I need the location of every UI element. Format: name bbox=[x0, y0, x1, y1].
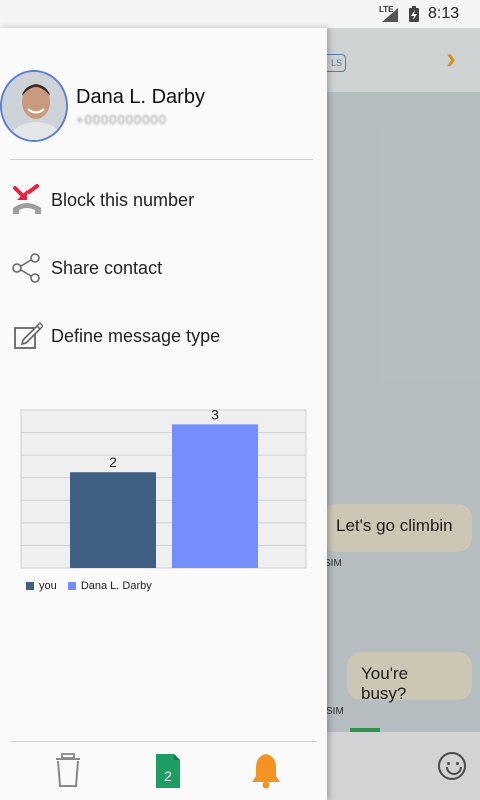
status-bar: LTE 8:13 bbox=[0, 0, 480, 28]
share-icon bbox=[12, 253, 40, 283]
bar-value-label: 2 bbox=[109, 454, 117, 470]
divider bbox=[10, 159, 313, 160]
share-contact-menu-item[interactable]: Share contact bbox=[0, 238, 327, 298]
block-number-menu-item[interactable]: Block this number bbox=[0, 170, 327, 230]
block-phone-icon bbox=[13, 184, 41, 214]
menu-item-label: Block this number bbox=[51, 190, 195, 210]
bell-icon bbox=[252, 754, 280, 789]
sim-number: 2 bbox=[164, 768, 172, 784]
legend-swatch bbox=[26, 582, 34, 591]
contact-name: Dana L. Darby bbox=[76, 86, 205, 108]
trash-icon bbox=[56, 753, 80, 787]
chart-legend: you Dana L. Darby bbox=[26, 580, 160, 592]
plot-area bbox=[20, 409, 307, 569]
avatar[interactable] bbox=[0, 70, 68, 142]
signal-icon bbox=[382, 8, 398, 22]
legend-label: Dana L. Darby bbox=[80, 580, 152, 593]
clock: 8:13 bbox=[428, 5, 460, 22]
edit-message-icon bbox=[14, 322, 43, 349]
bar-contact bbox=[172, 424, 258, 568]
legend-entry-contact: Dana L. Darby bbox=[67, 580, 152, 593]
drawer-bottom-bar: 2 bbox=[0, 742, 327, 800]
message-count-bar-chart: 23 bbox=[20, 406, 307, 569]
bar-value-label: 3 bbox=[211, 406, 219, 422]
legend-label: you bbox=[39, 580, 57, 593]
menu-item-label: Share contact bbox=[51, 258, 163, 278]
bar-you bbox=[70, 472, 156, 568]
person-photo-icon bbox=[2, 72, 66, 140]
menu-item-label: Define message type bbox=[51, 326, 221, 346]
navigation-drawer: Dana L. Darby +0000000000 Block this num… bbox=[0, 28, 327, 800]
delete-button[interactable] bbox=[48, 750, 88, 790]
sim-select-button[interactable]: 2 bbox=[148, 750, 188, 790]
notifications-button[interactable] bbox=[246, 750, 286, 790]
define-message-type-menu-item[interactable]: Define message type bbox=[0, 306, 327, 366]
legend-entry-you: you bbox=[26, 580, 57, 592]
battery-charging-icon bbox=[409, 6, 419, 22]
contact-number: +0000000000 bbox=[76, 112, 167, 127]
legend-swatch bbox=[67, 582, 76, 591]
